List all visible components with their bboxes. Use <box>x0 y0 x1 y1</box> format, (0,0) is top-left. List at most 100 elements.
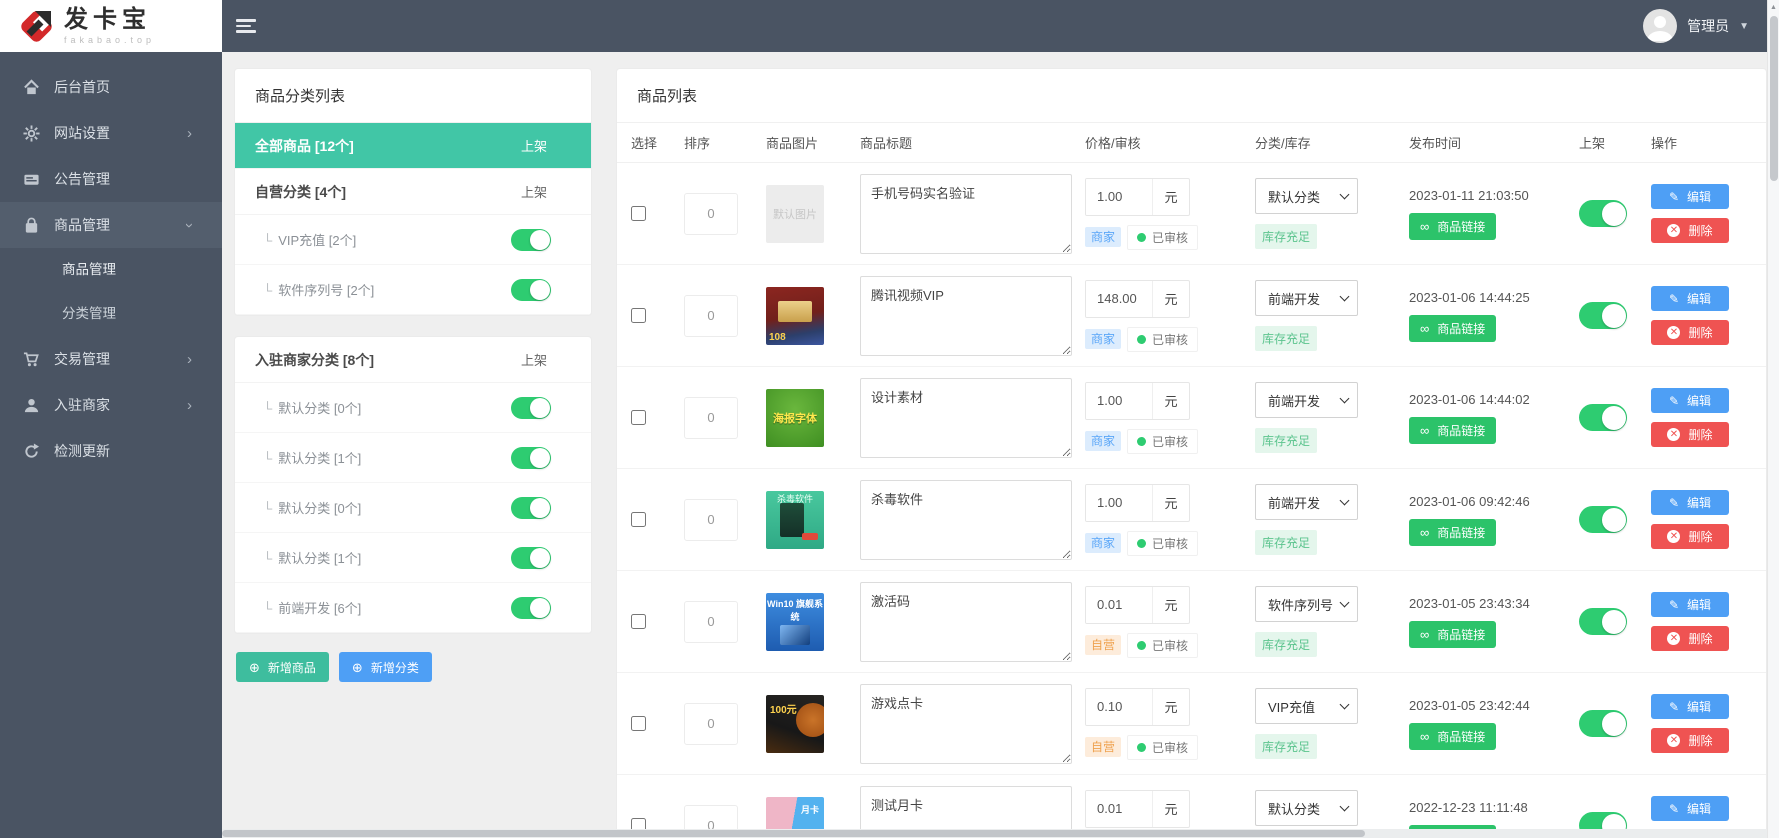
price-input[interactable] <box>1086 586 1152 623</box>
category-toggle[interactable] <box>511 546 551 569</box>
sidebar-item-merchants[interactable]: 入驻商家 › <box>0 382 222 428</box>
product-link-button[interactable]: ∞商品链接 <box>1409 722 1497 750</box>
listed-toggle[interactable] <box>1579 200 1627 227</box>
product-thumbnail: 海报字体 <box>766 388 824 447</box>
audit-badge: 已审核 <box>1127 530 1199 556</box>
price-input[interactable] <box>1086 382 1152 419</box>
category-row-all[interactable]: 全部商品 [12个] 上架 <box>235 123 591 169</box>
publish-date: 2023-01-11 21:03:50 <box>1409 187 1529 203</box>
vertical-scrollbar-thumb[interactable] <box>1769 16 1778 181</box>
sidebar-item-products[interactable]: 商品管理 › <box>0 202 222 248</box>
listed-toggle[interactable] <box>1579 710 1627 737</box>
product-title-input[interactable]: 激活码 <box>860 581 1072 662</box>
horizontal-scrollbar-thumb[interactable] <box>222 830 1366 837</box>
sidebar-item-check-update[interactable]: 检测更新 <box>0 428 222 474</box>
add-product-button[interactable]: ⊕ 新增商品 <box>236 652 329 682</box>
sort-input[interactable] <box>684 396 738 439</box>
sidebar-item-trades[interactable]: 交易管理 › <box>0 336 222 382</box>
table-row: 默认图片 手机号码实名验证 元 商家 已审核 默认分类 库存充足 <box>617 163 1766 265</box>
sort-input[interactable] <box>684 192 738 235</box>
user-menu[interactable]: 管理员 ▼ <box>1643 9 1749 43</box>
category-toggle[interactable] <box>511 446 551 469</box>
price-input[interactable] <box>1086 280 1152 317</box>
delete-button[interactable]: ✕删除 <box>1651 320 1729 345</box>
category-toggle[interactable] <box>511 278 551 301</box>
product-link-button[interactable]: ∞商品链接 <box>1409 212 1497 240</box>
seller-badge: 商家 <box>1085 226 1122 248</box>
category-row-group[interactable]: 自营分类 [4个] 上架 <box>235 169 591 215</box>
listed-toggle[interactable] <box>1579 302 1627 329</box>
audit-badge: 已审核 <box>1127 632 1199 658</box>
edit-button[interactable]: ✎ 编辑 <box>1651 184 1729 209</box>
edit-button[interactable]: ✎ 编辑 <box>1651 388 1729 413</box>
sidebar-item-site-settings[interactable]: 网站设置 › <box>0 110 222 156</box>
price-input[interactable] <box>1086 178 1152 215</box>
row-checkbox[interactable] <box>631 716 646 731</box>
scroll-up-arrow-icon[interactable]: ▲ <box>1768 0 1779 11</box>
audit-badge: 已审核 <box>1127 734 1199 760</box>
sort-input[interactable] <box>684 702 738 745</box>
product-title-input[interactable]: 设计素材 <box>860 377 1072 458</box>
delete-circle-icon: ✕ <box>1667 530 1681 543</box>
category-toggle[interactable] <box>511 396 551 419</box>
listed-toggle[interactable] <box>1579 404 1627 431</box>
delete-button[interactable]: ✕删除 <box>1651 524 1729 549</box>
edit-button[interactable]: ✎ 编辑 <box>1651 796 1729 821</box>
category-toggle[interactable] <box>511 596 551 619</box>
listed-toggle[interactable] <box>1579 608 1627 635</box>
category-select[interactable]: 默认分类 <box>1255 790 1358 826</box>
delete-button[interactable]: ✕删除 <box>1651 422 1729 447</box>
product-link-button[interactable]: ∞商品链接 <box>1409 620 1497 648</box>
sidebar-item-label: 入驻商家 <box>54 397 110 413</box>
horizontal-scrollbar[interactable] <box>222 829 1767 838</box>
pencil-icon: ✎ <box>1668 495 1680 510</box>
add-category-button[interactable]: ⊕ 新增分类 <box>338 652 432 682</box>
product-title-input[interactable]: 游戏点卡 <box>860 683 1072 764</box>
brand-logo[interactable]: 发卡宝 fakabao.top <box>0 0 222 52</box>
row-checkbox[interactable] <box>631 512 646 527</box>
category-toggle[interactable] <box>511 228 551 251</box>
product-link-button[interactable]: ∞商品链接 <box>1409 314 1497 342</box>
edit-button[interactable]: ✎ 编辑 <box>1651 694 1729 719</box>
price-input[interactable] <box>1086 484 1152 521</box>
edit-button[interactable]: ✎ 编辑 <box>1651 490 1729 515</box>
row-checkbox[interactable] <box>631 206 646 221</box>
category-select[interactable]: 前端开发 <box>1255 382 1358 418</box>
delete-button[interactable]: ✕删除 <box>1651 218 1729 243</box>
sidebar-item-label: 公告管理 <box>54 171 110 187</box>
product-thumbnail: 108 <box>766 286 824 345</box>
sidebar-subitem-category-manage[interactable]: 分类管理 <box>0 292 222 336</box>
category-select[interactable]: 默认分类 <box>1255 178 1358 214</box>
vertical-scrollbar[interactable]: ▲ <box>1767 0 1779 838</box>
product-title-input[interactable]: 手机号码实名验证 <box>860 173 1072 254</box>
row-checkbox[interactable] <box>631 308 646 323</box>
pencil-icon: ✎ <box>1668 291 1680 306</box>
product-link-button[interactable]: ∞商品链接 <box>1409 518 1497 546</box>
row-checkbox[interactable] <box>631 614 646 629</box>
row-checkbox[interactable] <box>631 410 646 425</box>
sort-input[interactable] <box>684 498 738 541</box>
delete-button[interactable]: ✕删除 <box>1651 728 1729 753</box>
category-select[interactable]: 前端开发 <box>1255 484 1358 520</box>
product-link-button[interactable]: ∞商品链接 <box>1409 416 1497 444</box>
category-select[interactable]: VIP充值 <box>1255 688 1358 724</box>
listed-toggle[interactable] <box>1579 506 1627 533</box>
product-title-input[interactable]: 腾讯视频VIP <box>860 275 1072 356</box>
category-select[interactable]: 软件序列号 <box>1255 586 1358 622</box>
product-title-input[interactable]: 杀毒软件 <box>860 479 1072 560</box>
sidebar-item-dashboard[interactable]: 后台首页 <box>0 64 222 110</box>
category-select[interactable]: 前端开发 <box>1255 280 1358 316</box>
category-toggle[interactable] <box>511 496 551 519</box>
delete-button[interactable]: ✕删除 <box>1651 626 1729 651</box>
edit-button[interactable]: ✎ 编辑 <box>1651 592 1729 617</box>
category-row-group[interactable]: 入驻商家分类 [8个] 上架 <box>235 337 591 383</box>
sort-input[interactable] <box>684 600 738 643</box>
sidebar-subitem-product-manage[interactable]: 商品管理 <box>0 248 222 292</box>
edit-button[interactable]: ✎ 编辑 <box>1651 286 1729 311</box>
category-panel-title: 商品分类列表 <box>235 69 591 123</box>
sidebar-item-announcements[interactable]: 公告管理 <box>0 156 222 202</box>
price-input[interactable] <box>1086 790 1152 827</box>
sort-input[interactable] <box>684 294 738 337</box>
price-input[interactable] <box>1086 688 1152 725</box>
hamburger-menu-icon[interactable] <box>236 19 256 33</box>
